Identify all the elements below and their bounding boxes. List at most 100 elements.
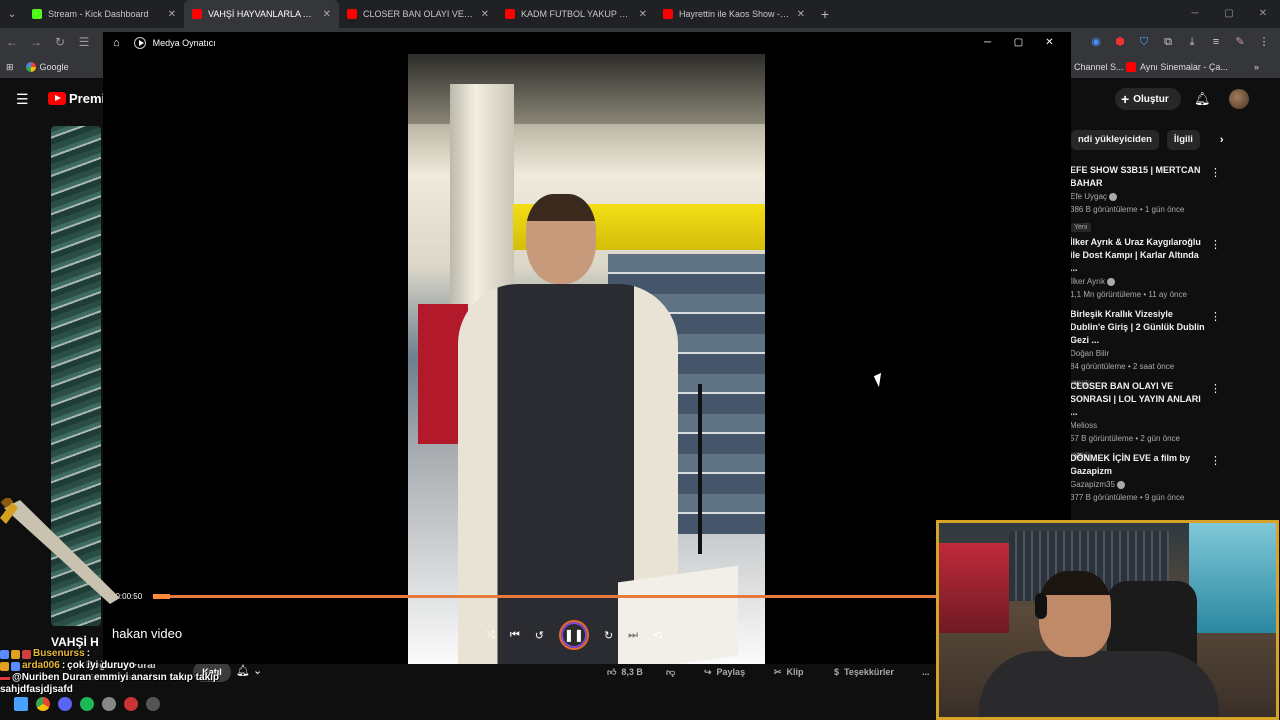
- repeat-off-icon[interactable]: ⟲: [653, 629, 662, 642]
- reload-icon[interactable]: ↻: [48, 35, 72, 49]
- tab-kick-dashboard[interactable]: Stream - Kick Dashboard ✕: [24, 0, 184, 28]
- bookmark-ayni-sinemalar[interactable]: Aynı Sinemalar - Ça...: [1120, 62, 1234, 72]
- more-vert-icon[interactable]: ⋮: [1210, 310, 1221, 323]
- notifications-bell-icon[interactable]: 🔔︎: [1194, 91, 1211, 107]
- chat-message: Busenurss :: [0, 648, 300, 660]
- rec-meta: 1,1 Mn görüntüleme • 11 ay önce: [1070, 290, 1187, 299]
- download-icon[interactable]: ⤓: [1184, 34, 1200, 50]
- more-vert-icon[interactable]: ⋮: [1210, 454, 1221, 467]
- app-icon[interactable]: [102, 697, 116, 711]
- youtube-icon: [663, 9, 673, 19]
- menu-icon[interactable]: ⋮: [1256, 34, 1272, 50]
- cam-person-body: [979, 651, 1219, 717]
- chevron-right-icon[interactable]: ›: [1220, 134, 1224, 146]
- player-app-title: Medya Oynatıcı: [152, 38, 216, 48]
- playlist-icon[interactable]: ≡: [1208, 34, 1224, 50]
- chip-related[interactable]: İlgili: [1166, 130, 1200, 150]
- like-button[interactable]: 👍︎ 8,3 B: [607, 662, 643, 682]
- extension-icon[interactable]: ◉: [1088, 34, 1104, 50]
- seek-bar[interactable]: 00:00:50: [103, 590, 1071, 604]
- maximize-icon[interactable]: ▢: [1003, 32, 1034, 54]
- cam-window: [1189, 523, 1276, 633]
- maximize-icon[interactable]: ▢: [1212, 0, 1246, 28]
- hamburger-menu-icon[interactable]: ☰: [16, 91, 29, 108]
- more-vert-icon[interactable]: ⋮: [1210, 166, 1221, 179]
- youtube-icon: [1126, 62, 1136, 72]
- more-vert-icon[interactable]: ⋮: [1210, 238, 1221, 251]
- minimize-icon[interactable]: ─: [1178, 0, 1212, 28]
- profile-icon[interactable]: ✎: [1232, 34, 1248, 50]
- close-icon[interactable]: ✕: [323, 9, 331, 20]
- share-label: Paylaş: [716, 667, 746, 677]
- progress-track[interactable]: [153, 595, 988, 598]
- discord-icon[interactable]: [58, 697, 72, 711]
- home-icon[interactable]: ⌂: [113, 37, 120, 49]
- close-icon[interactable]: ✕: [168, 9, 176, 20]
- share-button[interactable]: ↪ Paylaş: [704, 662, 745, 682]
- rec-channel: Melioss: [1070, 421, 1098, 430]
- more-bookmarks-icon[interactable]: »: [1248, 62, 1265, 72]
- chat-username: arda006: [22, 660, 60, 671]
- verified-icon: [1106, 277, 1115, 286]
- tab-vahsi-hayvanlar[interactable]: VAHŞİ HAYVANLARLA ARKADAŞ ✕: [184, 0, 339, 28]
- video-title: VAHŞİ H: [51, 635, 99, 649]
- avatar[interactable]: [1229, 89, 1249, 109]
- close-icon[interactable]: ✕: [481, 9, 489, 20]
- rec-meta: 57 B görüntüleme • 2 gün önce: [1070, 434, 1180, 443]
- close-icon[interactable]: ✕: [639, 9, 647, 20]
- taskbar: [0, 694, 160, 714]
- tab-closer-ban[interactable]: CLOSER BAN OLAYI VE SONRA ✕: [339, 0, 497, 28]
- list-item[interactable]: İlker Ayrık & Uraz Kaygılaroğlu ile Dost…: [1070, 236, 1230, 302]
- site-settings-icon[interactable]: ☰: [72, 35, 96, 49]
- pause-button[interactable]: ❚❚: [558, 620, 589, 650]
- youtube-play-icon: [48, 92, 66, 105]
- adblock-icon[interactable]: ⬢: [1112, 34, 1128, 50]
- spotify-icon[interactable]: [80, 697, 94, 711]
- new-badge: Yeni: [1070, 223, 1092, 232]
- more-actions-button[interactable]: ...: [922, 662, 930, 682]
- back-icon[interactable]: ←: [0, 35, 24, 49]
- rec-title: İlker Ayrık & Uraz Kaygılaroğlu ile Dost…: [1070, 237, 1201, 273]
- list-item[interactable]: CLOSER BAN OLAYI VE SONRASI | LOL YAYIN …: [1070, 380, 1230, 461]
- close-icon[interactable]: ✕: [1034, 32, 1065, 54]
- previous-icon[interactable]: ⏮︎: [510, 629, 520, 642]
- thanks-button[interactable]: $ Teşekkürler: [834, 662, 894, 682]
- apps-icon[interactable]: ⊞: [0, 62, 20, 73]
- rewind-icon[interactable]: ↺: [535, 629, 544, 642]
- list-item[interactable]: Birleşik Krallık Vizesiyle Dublin'e Giri…: [1070, 308, 1230, 389]
- chrome-icon[interactable]: [36, 697, 50, 711]
- tab-label: Stream - Kick Dashboard: [48, 9, 149, 19]
- forward-skip-icon[interactable]: ↻: [604, 629, 613, 642]
- video-frame[interactable]: [408, 54, 765, 664]
- rec-meta: 386 B görüntüleme • 1 gün önce: [1070, 205, 1185, 214]
- thumbs-up-icon: 👍︎: [607, 666, 617, 677]
- media-player-window: ⌂ Medya Oynatıcı ─ ▢ ✕ 00:00:50 hakan vi…: [103, 32, 1071, 664]
- close-icon[interactable]: ✕: [1246, 0, 1280, 28]
- minimize-icon[interactable]: ─: [972, 32, 1003, 54]
- sword-icon: [0, 498, 120, 604]
- list-item[interactable]: DÖNMEK İÇİN EVE a film by Gazapizm Gazap…: [1070, 452, 1230, 512]
- forward-icon[interactable]: →: [24, 35, 48, 49]
- next-icon[interactable]: ⏭︎: [628, 629, 638, 642]
- more-vert-icon[interactable]: ⋮: [1210, 382, 1221, 395]
- new-tab-button[interactable]: +: [813, 6, 837, 22]
- puzzle-icon[interactable]: ⧉: [1160, 34, 1176, 50]
- media-player-icon: [133, 37, 146, 49]
- screen: ⌄ Stream - Kick Dashboard ✕ VAHŞİ HAYVAN…: [0, 0, 1280, 720]
- tab-kadm-futbol[interactable]: KADM FUTBOL YAKUP NE KADA ✕: [497, 0, 655, 28]
- dislike-button[interactable]: 👎︎: [666, 662, 675, 682]
- list-item[interactable]: EFE SHOW S3B15 | MERTCAN BAHAR Efe Uygaç…: [1070, 164, 1230, 232]
- tab-kaos-show[interactable]: Hayrettin ile Kaos Show - 2.Sez ✕: [655, 0, 813, 28]
- shield-icon[interactable]: ⛉: [1136, 34, 1152, 50]
- chip-from-uploader[interactable]: ndi yükleyiciden: [1071, 130, 1159, 150]
- obs-icon[interactable]: [124, 697, 138, 711]
- bookmark-google[interactable]: Google: [20, 62, 75, 72]
- windows-start-icon[interactable]: [14, 697, 28, 711]
- create-button[interactable]: + Oluştur: [1115, 88, 1181, 110]
- shuffle-icon[interactable]: ⤨: [486, 629, 495, 642]
- clip-button[interactable]: ✂ Klip: [774, 662, 804, 682]
- close-icon[interactable]: ✕: [797, 9, 805, 20]
- tab-search-button[interactable]: ⌄: [0, 0, 24, 28]
- media-player-icon[interactable]: [146, 697, 160, 711]
- scene-tripod: [698, 384, 702, 554]
